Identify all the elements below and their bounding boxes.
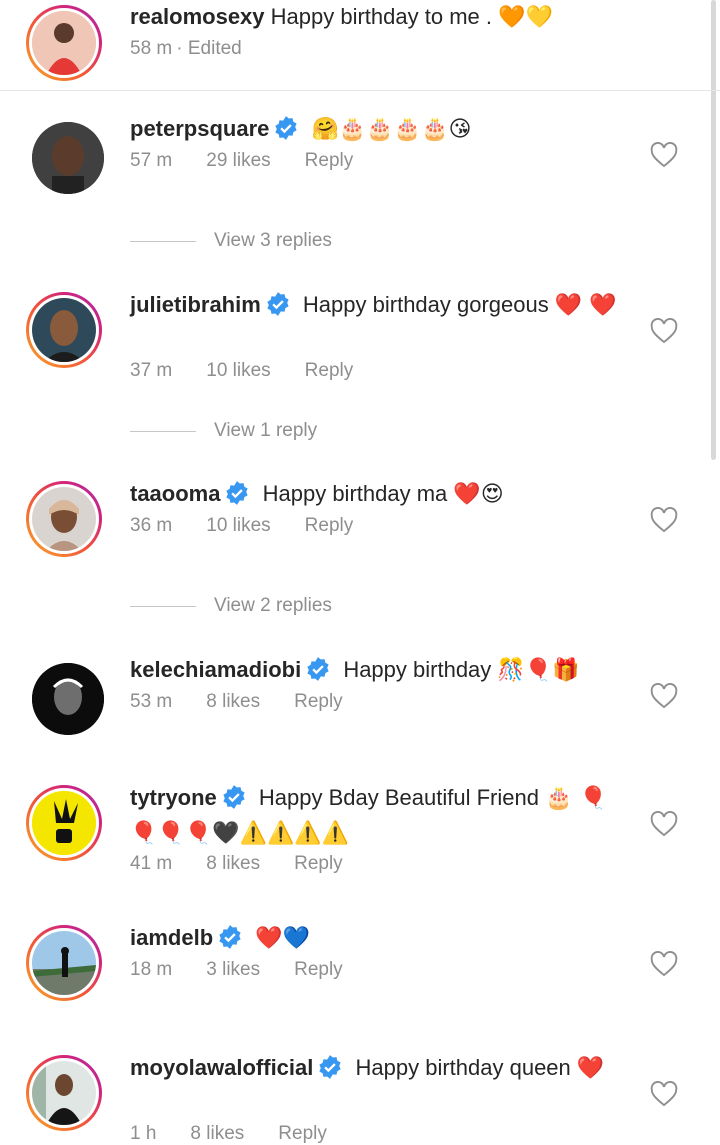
verified-badge-icon	[267, 292, 289, 316]
comment-meta: 1 h 8 likes Reply	[130, 1123, 361, 1145]
comment-text: Happy birthday queen	[355, 1055, 571, 1080]
comment-emoji: ❤️	[576, 1056, 605, 1081]
reply-button[interactable]: Reply	[305, 150, 354, 171]
comment-meta: 18 m 3 likes Reply	[130, 959, 377, 981]
reply-button[interactable]: Reply	[305, 360, 354, 381]
like-heart-icon[interactable]	[650, 142, 678, 168]
verified-badge-icon	[226, 481, 249, 505]
like-heart-icon[interactable]	[650, 683, 678, 709]
verified-badge-icon	[275, 116, 298, 140]
comment-emoji: 🤗🎂🎂🎂🎂😘	[311, 117, 472, 142]
author-avatar[interactable]	[26, 5, 102, 81]
comment-likes[interactable]: 8 likes	[190, 1123, 244, 1144]
edited-label: · Edited	[176, 38, 242, 59]
verified-badge-icon	[219, 925, 241, 949]
comment-username[interactable]: kelechiamadiobi	[130, 657, 301, 682]
comment-username[interactable]: tytryone	[130, 785, 217, 810]
comment-username[interactable]: peterpsquare	[130, 116, 269, 141]
comment-text: Happy Bday Beautiful Friend	[258, 785, 539, 810]
caption-meta: 58 m · Edited	[130, 38, 276, 60]
reply-button[interactable]: Reply	[278, 1123, 327, 1144]
comment-username[interactable]: iamdelb	[130, 925, 213, 950]
commenter-avatar[interactable]	[26, 785, 102, 861]
like-heart-icon[interactable]	[650, 507, 678, 533]
comment-line: julietibrahim Happy birthday gorgeous ❤️…	[130, 288, 630, 323]
comment-emoji: 🎊🎈🎁	[497, 658, 580, 683]
comment-emoji: ❤️ ❤️	[554, 293, 617, 318]
caption-line: realomosexy Happy birthday to me . 🧡💛	[130, 0, 630, 35]
comment-time: 1 h	[130, 1123, 157, 1144]
comment-meta: 41 m 8 likes Reply	[130, 853, 377, 875]
comment-line: iamdelb ❤️💙	[130, 921, 630, 956]
like-heart-icon[interactable]	[650, 951, 678, 977]
comment-emoji: ❤️😍	[453, 482, 504, 507]
like-heart-icon[interactable]	[650, 318, 678, 344]
view-replies-link[interactable]: View 2 replies	[130, 595, 332, 617]
comment-text: Happy birthday gorgeous	[302, 292, 549, 317]
comment-line: kelechiamadiobi Happy birthday 🎊🎈🎁	[130, 653, 630, 688]
comment-time: 41 m	[130, 853, 173, 874]
post-caption: realomosexy Happy birthday to me . 🧡💛 58…	[0, 0, 720, 91]
comment-time: 37 m	[130, 360, 173, 381]
reply-button[interactable]: Reply	[294, 959, 343, 980]
comment-username[interactable]: moyolawalofficial	[130, 1055, 313, 1080]
like-heart-icon[interactable]	[650, 811, 678, 837]
comment-likes[interactable]: 29 likes	[206, 150, 270, 171]
comment-meta: 57 m 29 likes Reply	[130, 150, 387, 172]
caption-username[interactable]: realomosexy	[130, 4, 265, 29]
verified-badge-icon	[307, 657, 329, 681]
comment-likes[interactable]: 8 likes	[206, 691, 260, 712]
commenter-avatar[interactable]	[26, 292, 102, 368]
comment-likes[interactable]: 10 likes	[206, 360, 270, 381]
caption-emoji: 🧡💛	[498, 5, 553, 30]
comment-line: peterpsquare 🤗🎂🎂🎂🎂😘	[130, 112, 630, 147]
commenter-avatar[interactable]	[30, 120, 106, 196]
comment-emoji: ❤️💙	[255, 926, 311, 951]
verified-badge-icon	[319, 1055, 342, 1079]
comment-username[interactable]: julietibrahim	[130, 292, 261, 317]
comment-line: taaooma Happy birthday ma ❤️😍	[130, 477, 630, 512]
comment-line: moyolawalofficial Happy birthday queen ❤…	[130, 1051, 630, 1086]
comment-text: Happy birthday	[343, 657, 492, 682]
comment-time: 53 m	[130, 691, 173, 712]
comment-likes[interactable]: 3 likes	[206, 959, 260, 980]
comment-time: 36 m	[130, 515, 173, 536]
comment-time: 57 m	[130, 150, 173, 171]
commenter-avatar[interactable]	[26, 925, 102, 1001]
comment-likes[interactable]: 10 likes	[206, 515, 270, 536]
comment-time: 18 m	[130, 959, 173, 980]
comment-line: tytryone Happy Bday Beautiful Friend 🎂 🎈…	[130, 781, 630, 851]
comment-username[interactable]: taaooma	[130, 481, 220, 506]
reply-button[interactable]: Reply	[294, 691, 343, 712]
comment-likes[interactable]: 8 likes	[206, 853, 260, 874]
comment-meta: 53 m 8 likes Reply	[130, 691, 377, 713]
commenter-avatar[interactable]	[26, 481, 102, 557]
comment-meta: 37 m 10 likes Reply	[130, 360, 387, 382]
view-replies-link[interactable]: View 3 replies	[130, 230, 332, 252]
like-heart-icon[interactable]	[650, 1081, 678, 1107]
caption-text: Happy birthday to me .	[270, 4, 492, 29]
reply-button[interactable]: Reply	[305, 515, 354, 536]
comment-meta: 36 m 10 likes Reply	[130, 515, 387, 537]
commenter-avatar[interactable]	[30, 661, 106, 737]
reply-button[interactable]: Reply	[294, 853, 343, 874]
view-replies-link[interactable]: View 1 reply	[130, 420, 317, 442]
caption-time: 58 m	[130, 38, 173, 59]
verified-badge-icon	[223, 785, 245, 809]
comment-text: Happy birthday ma	[262, 481, 448, 506]
commenter-avatar[interactable]	[26, 1055, 102, 1131]
